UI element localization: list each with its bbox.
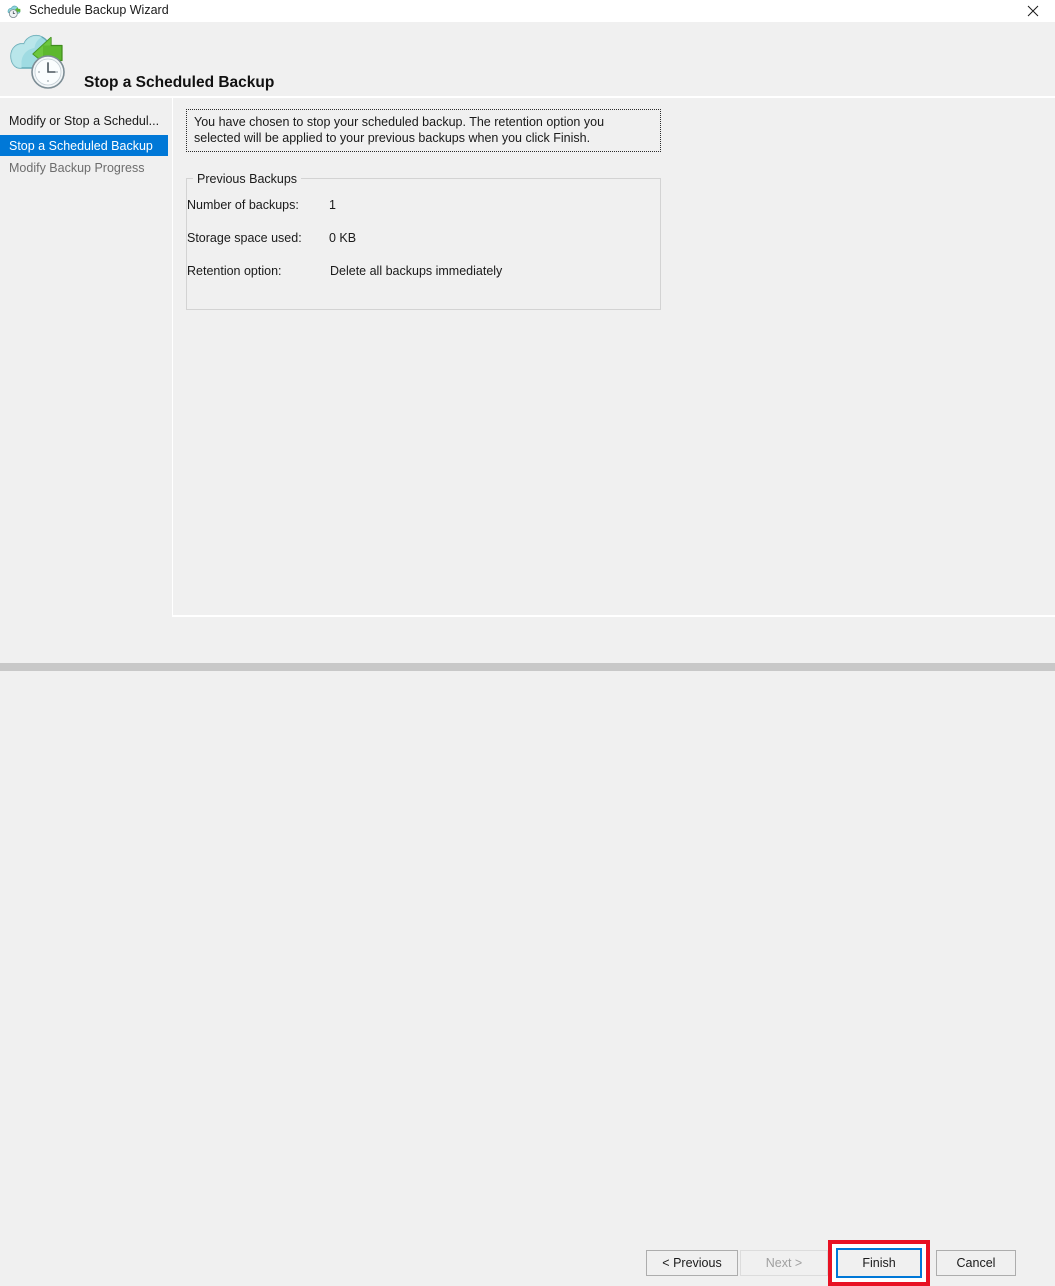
- page-title: Stop a Scheduled Backup: [84, 74, 274, 92]
- next-button: Next >: [740, 1250, 828, 1276]
- sidebar-item-label: Modify or Stop a Schedul...: [9, 114, 159, 128]
- detail-value: 1: [329, 198, 336, 212]
- detail-value: 0 KB: [329, 231, 356, 245]
- sidebar-item-modify-or-stop-a-schedule[interactable]: Modify or Stop a Schedul...: [0, 110, 168, 131]
- detail-value: Delete all backups immediately: [330, 264, 502, 278]
- sidebar-item-label: Modify Backup Progress: [9, 161, 144, 175]
- backup-clock-icon: [7, 3, 23, 19]
- sidebar-item-label: Stop a Scheduled Backup: [9, 139, 153, 153]
- wizard-content-panel: You have chosen to stop your scheduled b…: [173, 98, 1055, 615]
- sidebar-item-stop-a-scheduled-backup[interactable]: Stop a Scheduled Backup: [0, 135, 168, 156]
- wizard-steps-sidebar: Modify or Stop a Schedul... Stop a Sched…: [0, 98, 172, 671]
- previous-button[interactable]: < Previous: [646, 1250, 738, 1276]
- cloud-restore-clock-icon: [8, 30, 72, 90]
- info-banner: You have chosen to stop your scheduled b…: [186, 109, 661, 152]
- wizard-button-bar: < Previous Next > Finish Cancel: [0, 617, 1055, 663]
- previous-backups-legend: Previous Backups: [193, 172, 301, 186]
- sidebar-item-modify-backup-progress[interactable]: Modify Backup Progress: [0, 157, 168, 178]
- detail-label: Retention option:: [187, 264, 282, 278]
- finish-button[interactable]: Finish: [836, 1248, 922, 1278]
- title-bar: Schedule Backup Wizard: [0, 0, 1055, 22]
- detail-label: Storage space used:: [187, 231, 302, 245]
- page-header: Stop a Scheduled Backup: [0, 22, 1055, 96]
- close-icon[interactable]: [1010, 0, 1055, 22]
- window-bottom-edge: [0, 663, 1055, 671]
- detail-label: Number of backups:: [187, 198, 299, 212]
- window-title: Schedule Backup Wizard: [29, 3, 169, 17]
- cancel-button[interactable]: Cancel: [936, 1250, 1016, 1276]
